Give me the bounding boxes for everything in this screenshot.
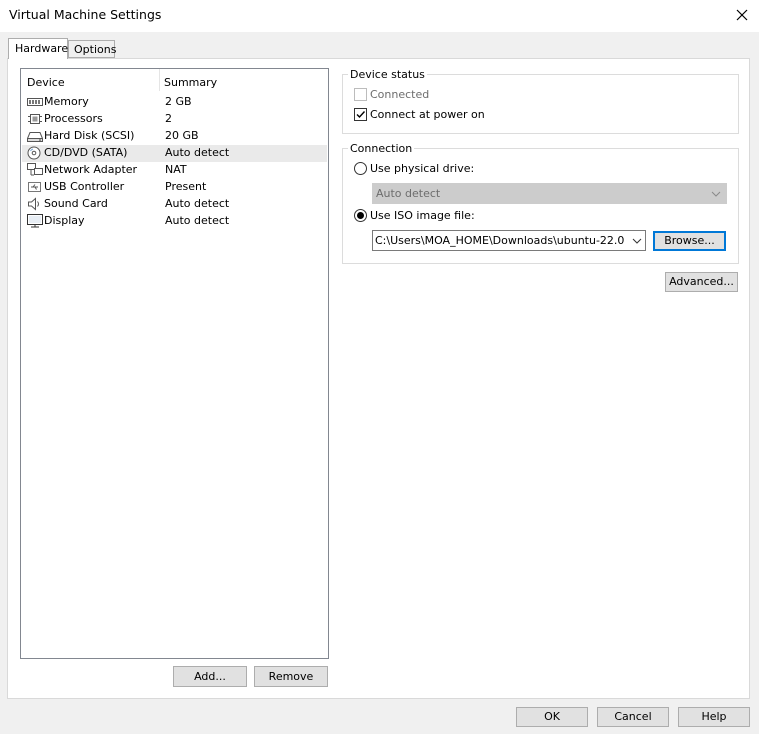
device-name: Display	[44, 214, 85, 227]
device-name: Network Adapter	[44, 163, 138, 176]
close-icon	[736, 9, 748, 21]
device-summary: Auto detect	[165, 146, 230, 159]
add-button[interactable]: Add...	[173, 666, 247, 687]
usb-icon	[27, 180, 43, 194]
device-row-sound-card[interactable]: Sound Card Auto detect	[22, 196, 327, 213]
device-summary: Present	[165, 180, 207, 193]
title-bar: Virtual Machine Settings	[0, 0, 759, 32]
device-name: USB Controller	[44, 180, 125, 193]
help-button[interactable]: Help	[678, 707, 750, 727]
connected-label: Connected	[370, 88, 430, 101]
window-title: Virtual Machine Settings	[9, 7, 162, 22]
iso-path-combo[interactable]: C:\Users\MOA_HOME\Downloads\ubuntu-22.0	[372, 230, 646, 251]
tab-hardware-label: Hardware	[15, 42, 69, 55]
speaker-icon	[27, 197, 43, 211]
remove-button[interactable]: Remove	[254, 666, 328, 687]
device-status-label: Device status	[348, 68, 427, 81]
device-list[interactable]: Device Summary Memory 2 GB Processors 2 …	[20, 68, 329, 659]
device-row-processors[interactable]: Processors 2	[22, 111, 327, 128]
use-iso-image-radio[interactable]	[354, 209, 367, 222]
memory-icon	[27, 95, 43, 109]
ok-button[interactable]: OK	[516, 707, 588, 727]
summary-column-header[interactable]: Summary	[164, 76, 217, 89]
device-row-cd-dvd[interactable]: CD/DVD (SATA) Auto detect	[22, 145, 327, 162]
device-summary: 2 GB	[165, 95, 192, 108]
physical-drive-select[interactable]: Auto detect	[372, 183, 727, 204]
browse-button[interactable]: Browse...	[653, 231, 726, 251]
physical-drive-value: Auto detect	[376, 187, 441, 200]
chevron-down-icon[interactable]	[632, 237, 642, 245]
processor-icon	[27, 112, 43, 126]
device-summary: Auto detect	[165, 197, 230, 210]
use-physical-drive-radio[interactable]	[354, 162, 367, 175]
cancel-button[interactable]: Cancel	[597, 707, 669, 727]
connect-at-power-on-checkbox[interactable]	[354, 108, 367, 121]
device-summary: NAT	[165, 163, 187, 176]
device-name: Hard Disk (SCSI)	[44, 129, 135, 142]
device-name: CD/DVD (SATA)	[44, 146, 128, 159]
device-summary: 2	[165, 112, 172, 125]
device-name: Memory	[44, 95, 89, 108]
device-column-header[interactable]: Device	[27, 76, 65, 89]
use-iso-image-label: Use ISO image file:	[370, 209, 475, 222]
device-summary: Auto detect	[165, 214, 230, 227]
close-button[interactable]	[730, 4, 754, 26]
device-name: Processors	[44, 112, 103, 125]
device-row-display[interactable]: Display Auto detect	[22, 213, 327, 230]
column-divider[interactable]	[159, 69, 160, 91]
device-row-usb-controller[interactable]: USB Controller Present	[22, 179, 327, 196]
connected-checkbox[interactable]	[354, 88, 367, 101]
tab-options-label: Options	[74, 43, 117, 56]
monitor-icon	[27, 214, 43, 228]
tab-options[interactable]: Options	[68, 40, 117, 58]
chevron-down-icon	[711, 191, 721, 197]
device-row-hard-disk[interactable]: Hard Disk (SCSI) 20 GB	[22, 128, 327, 145]
tab-hardware[interactable]: Hardware	[8, 38, 68, 59]
use-physical-drive-label: Use physical drive:	[370, 162, 475, 175]
advanced-button[interactable]: Advanced...	[665, 272, 738, 292]
device-name: Sound Card	[44, 197, 108, 210]
device-row-network-adapter[interactable]: Network Adapter NAT	[22, 162, 327, 179]
device-status-group	[342, 74, 739, 134]
iso-path-value: C:\Users\MOA_HOME\Downloads\ubuntu-22.0	[375, 234, 625, 247]
cd-dvd-icon	[27, 146, 43, 160]
device-summary: 20 GB	[165, 129, 199, 142]
connection-label: Connection	[348, 142, 415, 155]
connect-at-power-on-label: Connect at power on	[370, 108, 485, 121]
hard-disk-icon	[26, 129, 44, 143]
device-row-memory[interactable]: Memory 2 GB	[22, 94, 327, 111]
checkmark-icon	[356, 111, 366, 119]
network-adapter-icon	[27, 163, 43, 177]
